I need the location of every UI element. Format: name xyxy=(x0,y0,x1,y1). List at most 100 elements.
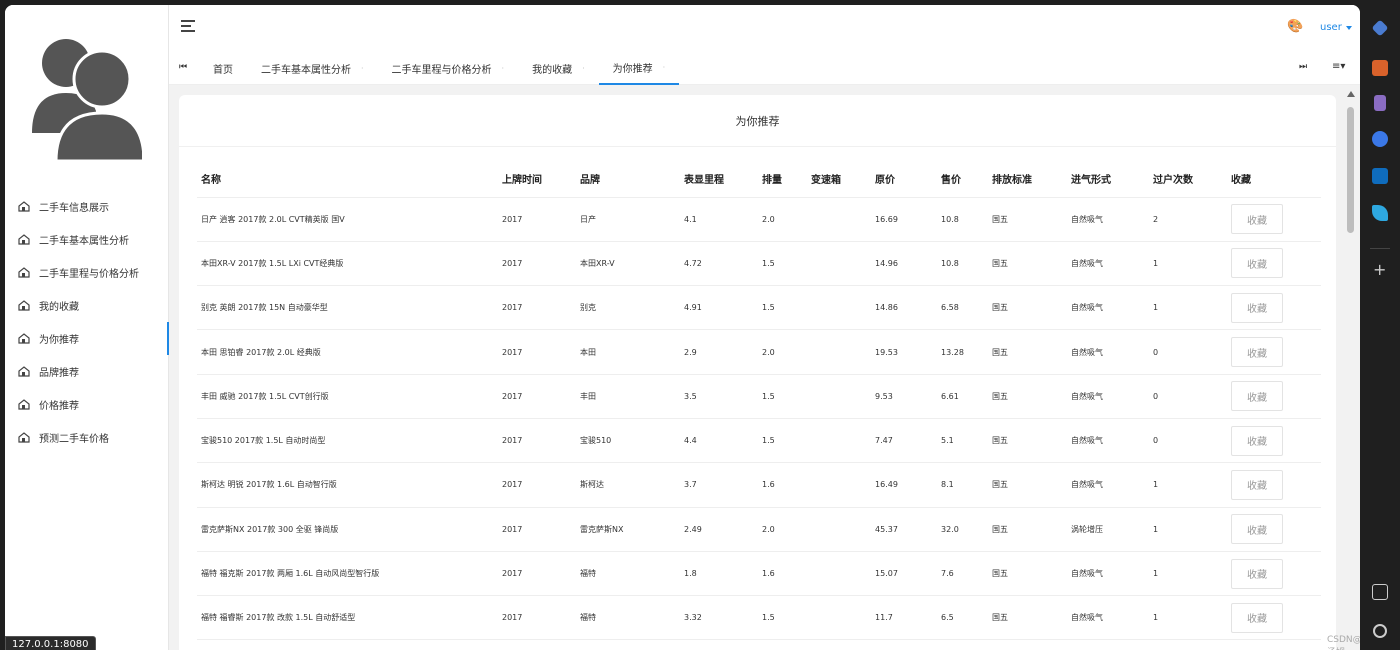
table-cell: 15.07 xyxy=(871,551,937,597)
favorite-button[interactable]: 收藏 xyxy=(1231,292,1283,323)
table-cell: 2.0 xyxy=(758,329,807,375)
favorite-button[interactable]: 收藏 xyxy=(1231,425,1283,456)
table-row: 别克 英朗 2017款 15N 自动豪华型 2017 别克 4.91 1.5 14.86 6… xyxy=(197,285,1321,331)
table-cell: 本田XR-V 2017款 1.5L LXi CVT经典版 xyxy=(197,241,498,287)
table-cell: 6.5 xyxy=(937,595,988,641)
table-body: 日产 逍客 2017款 2.0L CVT精英版 国V 2017 日产 4.1 2.0 16… xyxy=(197,197,1321,641)
sidebar-item[interactable]: 为你推荐 xyxy=(5,322,169,355)
column-header: 排量 xyxy=(758,161,807,198)
table-cell: 日产 逍客 2017款 2.0L CVT精英版 国V xyxy=(197,197,498,242)
palette-icon[interactable]: 🎨 xyxy=(1287,19,1303,34)
table-cell xyxy=(807,551,871,597)
sidebar-item[interactable]: 我的收藏 xyxy=(5,289,169,322)
favorite-button[interactable]: 收藏 xyxy=(1231,602,1283,633)
tab-label: 为你推荐 xyxy=(612,63,653,75)
page-scrollbar[interactable] xyxy=(1346,91,1356,650)
outlook-icon[interactable] xyxy=(1372,168,1388,184)
table-cell: 福特 福睿斯 2017款 改款 1.5L 自动舒适型 xyxy=(197,595,498,641)
send-icon[interactable] xyxy=(1372,205,1388,221)
table-cell: 2017 xyxy=(498,418,576,464)
tab[interactable]: 首页 xyxy=(199,51,247,85)
browser-page: 二手车信息展示 二手车基本属性分析 二手车里程与价格分析 我的收藏 为你推荐 品牌推荐 价格… xyxy=(5,5,1360,650)
settings-icon[interactable] xyxy=(1373,624,1387,638)
table-cell: 本田 思铂睿 2017款 2.0L 经典版 xyxy=(197,329,498,375)
close-icon[interactable]: · xyxy=(361,64,364,73)
table-cell: 2017 xyxy=(498,551,576,597)
table-cell: 雷克萨斯NX xyxy=(576,507,680,552)
chess-icon[interactable] xyxy=(1374,95,1386,111)
sidebar-item[interactable]: 二手车基本属性分析 xyxy=(5,223,169,256)
table-cell: 2017 xyxy=(498,595,576,641)
tab-label: 我的收藏 xyxy=(532,64,573,76)
tab-scroll-left-icon[interactable]: ⏮ xyxy=(179,62,187,72)
table-cell: 收藏 xyxy=(1227,285,1321,331)
table-row: 斯柯达 明锐 2017款 1.6L 自动智行版 2017 斯柯达 3.7 1.6 16.4… xyxy=(197,462,1321,508)
column-header: 品牌 xyxy=(576,161,680,198)
tab-scroll-right-icon[interactable]: ⏭ xyxy=(1299,62,1307,72)
table-cell: 宝骏510 2017款 1.5L 自动时尚型 xyxy=(197,418,498,464)
column-header: 排放标准 xyxy=(988,161,1067,198)
table-cell: 1 xyxy=(1149,551,1227,597)
scroll-up-icon[interactable] xyxy=(1347,91,1355,97)
table-cell: 0 xyxy=(1149,374,1227,419)
screenshot-icon[interactable] xyxy=(1372,584,1388,600)
tag-icon[interactable] xyxy=(1371,19,1389,37)
copilot-icon[interactable] xyxy=(1372,131,1388,147)
browser-sidebar: + xyxy=(1360,0,1400,650)
scrollbar-thumb[interactable] xyxy=(1347,107,1354,233)
tab[interactable]: 为你推荐 · xyxy=(598,51,680,85)
favorite-button[interactable]: 收藏 xyxy=(1231,204,1283,235)
table-cell: 3.5 xyxy=(680,374,758,419)
column-header: 售价 xyxy=(937,161,988,198)
table-cell: 1.6 xyxy=(758,462,807,508)
table-cell: 收藏 xyxy=(1227,462,1321,508)
table-cell: 0 xyxy=(1149,329,1227,375)
sidebar-item[interactable]: 二手车里程与价格分析 xyxy=(5,256,169,289)
favorite-button[interactable]: 收藏 xyxy=(1231,469,1283,500)
table-cell xyxy=(807,462,871,508)
home-icon xyxy=(18,399,30,410)
table-cell: 1.5 xyxy=(758,241,807,287)
sidebar-item[interactable]: 二手车信息展示 xyxy=(5,190,169,223)
close-icon[interactable]: · xyxy=(663,63,666,72)
sidebar-item[interactable]: 品牌推荐 xyxy=(5,355,169,388)
home-icon xyxy=(18,267,30,278)
tab[interactable]: 我的收藏 · xyxy=(518,51,599,85)
table-cell xyxy=(807,241,871,287)
table-cell: 自然吸气 xyxy=(1067,241,1149,287)
recommend-card: 为你推荐 名称 上牌时间 品牌 表显里程 排量 变速箱 原价 售价 排放标准 进气形式 过户次数 收藏… xyxy=(179,95,1336,650)
table-cell: 45.37 xyxy=(871,507,937,552)
table-cell: 收藏 xyxy=(1227,418,1321,464)
table-cell: 2017 xyxy=(498,329,576,375)
favorite-button[interactable]: 收藏 xyxy=(1231,248,1283,279)
home-icon xyxy=(18,333,30,344)
table-cell xyxy=(807,595,871,641)
user-dropdown[interactable]: user xyxy=(1320,22,1352,33)
sidebar-item-label: 二手车信息展示 xyxy=(39,203,109,214)
divider xyxy=(1370,248,1390,249)
table-cell: 自然吸气 xyxy=(1067,418,1149,464)
close-icon[interactable]: · xyxy=(502,64,505,73)
favorite-button[interactable]: 收藏 xyxy=(1231,558,1283,589)
add-icon[interactable]: + xyxy=(1373,260,1386,279)
table-cell: 国五 xyxy=(988,462,1067,508)
tab[interactable]: 二手车里程与价格分析 · xyxy=(378,51,519,85)
menu-toggle-icon[interactable] xyxy=(181,20,195,32)
column-header: 原价 xyxy=(871,161,937,198)
table-cell xyxy=(807,329,871,375)
tab[interactable]: 二手车基本属性分析 · xyxy=(247,51,378,85)
favorite-button[interactable]: 收藏 xyxy=(1231,381,1283,412)
favorite-button[interactable]: 收藏 xyxy=(1231,337,1283,368)
close-icon[interactable]: · xyxy=(582,64,585,73)
table-cell: 2017 xyxy=(498,374,576,419)
table-cell: 收藏 xyxy=(1227,507,1321,552)
home-icon xyxy=(18,201,30,212)
sidebar-item[interactable]: 价格推荐 xyxy=(5,388,169,421)
tab-options-icon[interactable]: ≡▾ xyxy=(1332,61,1345,72)
briefcase-icon[interactable] xyxy=(1372,60,1388,76)
favorite-button[interactable]: 收藏 xyxy=(1231,514,1283,545)
table-cell: 32.0 xyxy=(937,507,988,552)
sidebar-item[interactable]: 预测二手车价格 xyxy=(5,421,169,454)
table-cell: 2017 xyxy=(498,462,576,508)
card-body: 名称 上牌时间 品牌 表显里程 排量 变速箱 原价 售价 排放标准 进气形式 过户次数 收藏 日产 逍… xyxy=(179,147,1336,641)
